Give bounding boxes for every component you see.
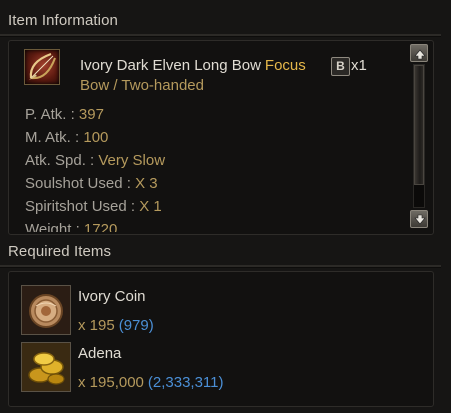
owned-count: (979) [118, 317, 154, 334]
scroll-thumb[interactable] [414, 65, 424, 185]
required-item-name: Ivory Coin [78, 288, 146, 305]
stat-label: Spiritshot Used : [25, 198, 140, 215]
item-exchange-window: Item Information Ivory Dark Elven Long B… [0, 0, 451, 413]
arrow-up-icon [414, 49, 426, 60]
item-type: Bow / Two-handed [80, 77, 204, 94]
stat-row: Spiritshot Used : X 1 [25, 198, 162, 215]
stat-row: Soulshot Used : X 3 [25, 175, 158, 192]
stat-label: Weight : [25, 221, 84, 232]
coin-icon[interactable] [21, 285, 71, 335]
stat-label: M. Atk. : [25, 129, 84, 146]
stats-viewport: P. Atk. : 397 M. Atk. : 100 Atk. Spd. : … [9, 100, 409, 232]
scroll-down-button[interactable] [410, 210, 428, 228]
item-count: x1 [351, 57, 367, 74]
required-item-name: Adena [78, 345, 122, 362]
required-item-count: x 195,000 (2,333,311) [78, 374, 224, 391]
header-divider [0, 34, 441, 37]
stat-label: P. Atk. : [25, 106, 79, 123]
owned-count: (2,333,311) [147, 374, 224, 391]
item-information-title: Item Information [8, 12, 118, 29]
item-name-text: Ivory Dark Elven Long Bow [80, 57, 261, 74]
stat-value: 1720 [83, 221, 118, 232]
stat-row: Atk. Spd. : Very Slow [25, 152, 165, 169]
stat-value: Very Slow [98, 152, 166, 169]
required-count-value: x 195,000 [78, 374, 144, 391]
required-count-value: x 195 [78, 317, 115, 334]
scroll-track[interactable] [413, 64, 425, 208]
adena-icon[interactable] [21, 342, 71, 392]
required-items-title: Required Items [8, 243, 112, 260]
grade-badge: B [331, 57, 350, 76]
stat-value: 397 [78, 106, 104, 123]
stat-value: X 1 [139, 198, 162, 215]
bow-icon[interactable] [24, 49, 60, 85]
stat-label: Atk. Spd. : [25, 152, 99, 169]
item-focus-label: Focus [264, 57, 306, 74]
stat-value: X 3 [135, 175, 158, 192]
stat-row: M. Atk. : 100 [25, 129, 108, 146]
stat-label: Soulshot Used : [25, 175, 136, 192]
stat-row: P. Atk. : 397 [25, 106, 104, 123]
stat-value: 100 [83, 129, 109, 146]
item-name: Ivory Dark Elven Long Bow Focus [80, 57, 306, 74]
required-item-count: x 195 (979) [78, 317, 154, 334]
item-info-scrollbar[interactable] [410, 44, 428, 228]
required-divider [0, 265, 441, 268]
arrow-down-icon [414, 214, 426, 225]
scroll-up-button[interactable] [410, 44, 428, 62]
stat-row: Weight : 1720 [25, 221, 117, 232]
